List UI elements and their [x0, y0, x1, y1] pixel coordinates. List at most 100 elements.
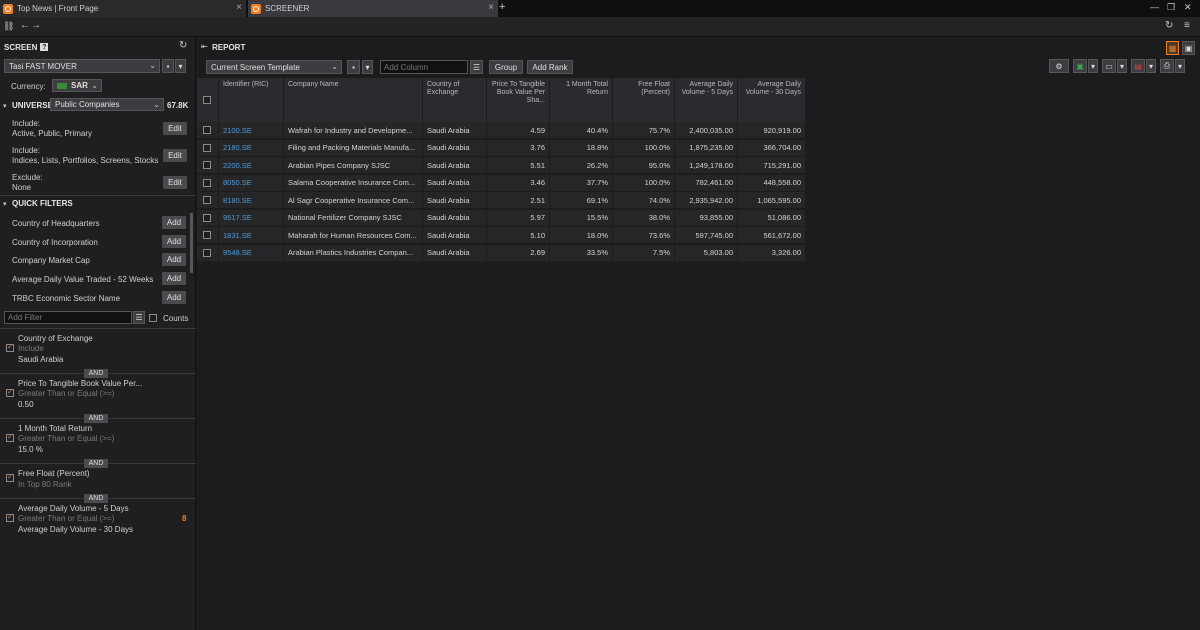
group-button[interactable]: Group — [489, 60, 523, 74]
quick-filter-label: Country of Headquarters — [12, 219, 100, 228]
criterion-name[interactable]: Country of Exchange — [18, 334, 93, 343]
criterion-checkbox[interactable] — [6, 432, 14, 442]
tab-screener[interactable]: SCREENER × — [248, 0, 498, 17]
row-checkbox[interactable] — [203, 178, 211, 187]
row-checkbox[interactable] — [203, 248, 211, 257]
chevron-down-icon: ⌄ — [91, 81, 98, 90]
list-icon[interactable]: ☰ — [133, 311, 145, 324]
excel-icon[interactable]: ▣ — [1073, 59, 1087, 73]
ric-link[interactable]: 8050.SE — [219, 174, 284, 192]
chevron-down-icon[interactable]: ▾ — [175, 59, 186, 73]
settings-icon[interactable]: ⚙ — [1049, 59, 1069, 73]
criterion-name[interactable]: Free Float (Percent) — [18, 469, 90, 478]
ric-link[interactable]: 8180.SE — [219, 192, 284, 209]
tab-top-news[interactable]: Top News | Front Page × — [0, 0, 246, 17]
scrollbar[interactable] — [190, 213, 193, 273]
ptbv-cell: 3.46 — [487, 174, 550, 192]
ric-link[interactable]: 9517.SE — [219, 209, 284, 227]
row-checkbox[interactable] — [203, 196, 211, 204]
criterion-name[interactable]: Average Daily Volume - 5 Days — [18, 504, 129, 513]
add-rank-button[interactable]: Add Rank — [527, 60, 573, 74]
save-icon[interactable]: ▪ — [162, 59, 174, 73]
link-icon[interactable]: ⛓ — [3, 21, 14, 32]
tile-view-icon[interactable]: ▣ — [1182, 41, 1195, 55]
column-header[interactable]: Average Daily Volume - 30 Days — [738, 78, 806, 122]
criterion-checkbox[interactable] — [6, 472, 14, 482]
counts-checkbox[interactable] — [149, 314, 157, 322]
window-close-icon[interactable]: ✕ — [1184, 2, 1192, 13]
restore-icon[interactable]: ❐ — [1167, 2, 1175, 13]
column-header[interactable]: 1 Month Total Return — [550, 78, 613, 122]
refresh-icon[interactable]: ↻ — [1165, 20, 1173, 31]
ric-link[interactable]: 2180.SE — [219, 139, 284, 157]
ric-link[interactable]: 9548.SE — [219, 244, 284, 262]
criterion-checkbox[interactable] — [6, 342, 14, 352]
menu-icon[interactable]: ≡ — [1184, 20, 1190, 31]
chevron-down-icon[interactable]: ▾ — [1146, 59, 1156, 73]
screen-select[interactable]: Tasi FAST MOVER ⌄ — [4, 59, 160, 73]
save-icon[interactable]: ▪ — [347, 60, 360, 74]
column-header[interactable]: Country of Exchange — [423, 78, 487, 122]
criterion-name[interactable]: 1 Month Total Return — [18, 424, 92, 433]
rule-value: None — [12, 183, 32, 192]
adv5-cell: 1,249,178.00 — [675, 157, 738, 174]
add-filter-input[interactable]: Add Filter — [4, 311, 132, 324]
edit-button[interactable]: Edit — [163, 122, 187, 135]
tab-label: Top News | Front Page — [17, 4, 99, 13]
new-tab-icon[interactable]: + — [499, 1, 505, 13]
adv5-cell: 1,875,235.00 — [675, 139, 738, 157]
template-select[interactable]: Current Screen Template ⌄ — [206, 60, 342, 74]
grid-view-icon[interactable]: ▦ — [1166, 41, 1179, 55]
edit-button[interactable]: Edit — [163, 176, 187, 189]
free-float-cell: 7.5% — [613, 244, 675, 262]
table-row-select — [197, 122, 219, 139]
ric-link[interactable]: 2100.SE — [219, 122, 284, 139]
chevron-down-icon[interactable]: ▾ — [1175, 59, 1185, 73]
help-icon[interactable]: ? — [40, 43, 49, 51]
chevron-down-icon: ⌄ — [153, 100, 160, 109]
refresh-screen-icon[interactable]: ↻ — [179, 40, 187, 51]
criterion-name[interactable]: Price To Tangible Book Value Per... — [18, 379, 142, 388]
collapse-panel-icon[interactable]: ⇤ — [201, 42, 208, 51]
row-checkbox[interactable] — [203, 231, 211, 239]
universe-select[interactable]: Public Companies ⌄ — [50, 98, 164, 111]
column-header[interactable]: Average Daily Volume - 5 Days — [675, 78, 738, 122]
column-header[interactable]: Company Name — [284, 78, 423, 122]
column-header[interactable]: Free Float (Percent) — [613, 78, 675, 122]
row-checkbox[interactable] — [203, 213, 211, 222]
select-all-checkbox[interactable] — [203, 96, 211, 104]
row-checkbox[interactable] — [203, 161, 211, 169]
add-button[interactable]: Add — [162, 272, 186, 285]
edit-button[interactable]: Edit — [163, 149, 187, 162]
collapse-icon[interactable]: ▾ — [3, 102, 7, 110]
add-button[interactable]: Add — [162, 291, 186, 304]
row-checkbox[interactable] — [203, 143, 211, 152]
list-icon[interactable]: ☰ — [470, 60, 483, 74]
ric-link[interactable]: 1831.SE — [219, 227, 284, 244]
layers-icon[interactable]: ▭ — [1102, 59, 1116, 73]
close-icon[interactable]: × — [488, 2, 494, 13]
add-button[interactable]: Add — [162, 253, 186, 266]
adv30-cell: 448,558.00 — [738, 174, 806, 192]
ric-link[interactable]: 2200.SE — [219, 157, 284, 174]
print-icon[interactable]: ⎙ — [1160, 59, 1174, 73]
row-checkbox[interactable] — [203, 126, 211, 134]
currency-select[interactable]: SAR ⌄ — [52, 79, 102, 92]
chevron-down-icon[interactable]: ▾ — [362, 60, 373, 74]
table-row-select — [197, 227, 219, 244]
back-icon[interactable]: ← — [20, 20, 30, 31]
chevron-down-icon[interactable]: ▾ — [1088, 59, 1098, 73]
column-header[interactable]: Price To Tangible Book Value Per Sha... — [487, 78, 550, 122]
pdf-icon[interactable]: ▤ — [1131, 59, 1145, 73]
add-button[interactable]: Add — [162, 216, 186, 229]
close-icon[interactable]: × — [236, 2, 242, 13]
criterion-checkbox[interactable] — [6, 512, 14, 522]
column-header[interactable]: Identifier (RIC) — [219, 78, 284, 122]
add-button[interactable]: Add — [162, 235, 186, 248]
collapse-icon[interactable]: ▾ — [3, 200, 7, 208]
criterion-checkbox[interactable] — [6, 387, 14, 397]
add-column-input[interactable]: Add Column — [380, 60, 468, 74]
minimize-icon[interactable]: — — [1150, 2, 1159, 12]
chevron-down-icon[interactable]: ▾ — [1117, 59, 1127, 73]
forward-icon[interactable]: → — [31, 20, 41, 31]
